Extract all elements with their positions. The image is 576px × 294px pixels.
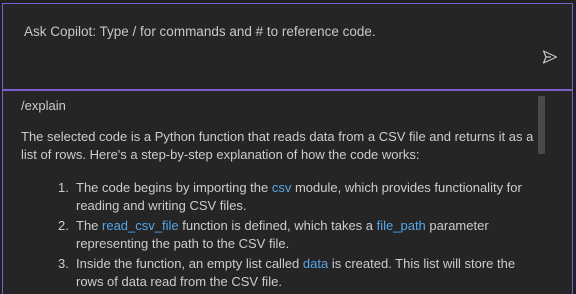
- send-button[interactable]: [540, 47, 560, 67]
- step-text: The: [76, 217, 103, 233]
- step-text: Inside the function, an empty list calle…: [76, 255, 303, 271]
- code-reference[interactable]: data: [303, 256, 328, 271]
- step-text: function is defined, which takes a: [178, 217, 377, 233]
- step-number: 1.: [58, 179, 69, 195]
- send-icon: [542, 50, 558, 64]
- list-item: 3. Inside the function, an empty list cal…: [58, 255, 541, 292]
- list-item: 1. The code begins by importing the csv m…: [58, 179, 541, 216]
- chat-response-panel: /explain The selected code is a Python f…: [2, 90, 573, 294]
- code-reference[interactable]: csv: [272, 180, 292, 195]
- step-text: The code begins by importing the: [76, 179, 272, 195]
- step-number: 3.: [58, 255, 69, 271]
- response-content: /explain The selected code is a Python f…: [21, 97, 541, 293]
- code-reference[interactable]: read_csv_file: [102, 218, 179, 233]
- explanation-steps: 1. The code begins by importing the csv m…: [21, 179, 541, 292]
- slash-command: /explain: [21, 98, 66, 113]
- step-number: 2.: [58, 217, 69, 233]
- response-intro: The selected code is a Python function t…: [21, 128, 534, 163]
- code-reference[interactable]: file_path: [377, 218, 426, 233]
- chat-input-placeholder[interactable]: Ask Copilot: Type / for commands and # t…: [24, 24, 376, 39]
- scrollbar-thumb[interactable]: [538, 96, 545, 154]
- copilot-chat-window: Ask Copilot: Type / for commands and # t…: [0, 0, 576, 294]
- list-item: 2. The read_csv_file function is defined,…: [58, 217, 541, 254]
- chat-input-box[interactable]: Ask Copilot: Type / for commands and # t…: [2, 3, 573, 90]
